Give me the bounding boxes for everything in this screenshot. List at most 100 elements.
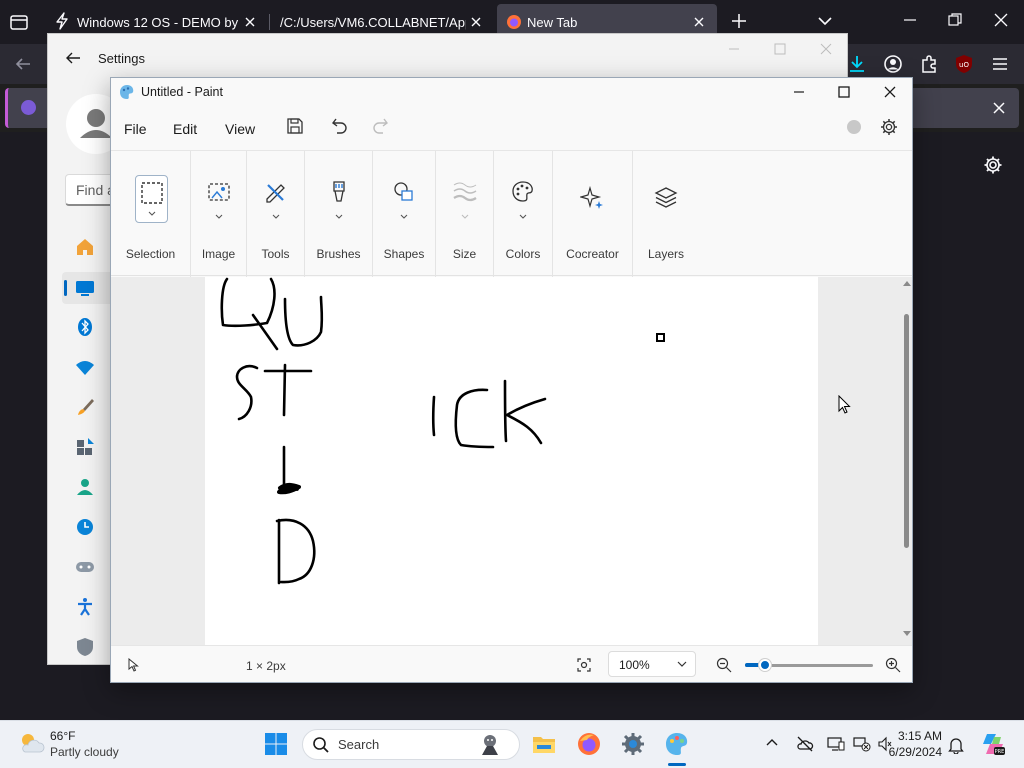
handwritten-strokes — [220, 277, 665, 585]
scroll-down-icon[interactable] — [903, 631, 911, 637]
accessibility-icon[interactable] — [74, 596, 96, 618]
minimize-icon[interactable] — [791, 84, 807, 100]
tools-group[interactable]: Tools — [247, 151, 305, 277]
scrollbar-thumb[interactable] — [904, 314, 909, 548]
file-explorer-icon[interactable] — [531, 731, 557, 757]
network-disconnected-icon[interactable] — [853, 736, 871, 752]
menu-view[interactable]: View — [225, 121, 255, 137]
new-tab-icon[interactable] — [730, 12, 748, 30]
lightning-icon — [56, 12, 68, 30]
shapes-group[interactable]: Shapes — [373, 151, 436, 277]
menu-file[interactable]: File — [124, 121, 147, 137]
profile-icon[interactable] — [847, 120, 861, 134]
settings-title: Settings — [98, 51, 145, 66]
chevron-down-icon — [519, 214, 527, 219]
wifi-icon[interactable] — [74, 356, 96, 378]
chevron-down-icon — [272, 214, 279, 219]
display-icon[interactable] — [827, 736, 845, 752]
hamburger-menu-icon[interactable] — [991, 54, 1009, 74]
zoom-in-icon[interactable] — [885, 657, 901, 673]
firefox-icon[interactable] — [576, 731, 602, 757]
restore-icon[interactable] — [947, 12, 963, 28]
pencil-eraser-icon — [265, 184, 285, 203]
stroke-c — [454, 388, 495, 449]
chevron-down-icon — [677, 661, 687, 667]
paint-app-icon[interactable] — [664, 731, 690, 757]
ribbon-label: Colors — [505, 247, 541, 261]
extensions-icon[interactable] — [920, 54, 938, 74]
cloud-offline-icon[interactable] — [796, 736, 814, 752]
close-icon[interactable] — [992, 101, 1006, 115]
brushes-group[interactable]: Brushes — [305, 151, 373, 277]
time-language-icon[interactable] — [74, 516, 96, 538]
scroll-up-icon[interactable] — [903, 280, 911, 286]
resize-handle[interactable] — [656, 333, 665, 342]
cocreator-group[interactable]: Cocreator — [553, 151, 633, 277]
gear-icon[interactable] — [983, 155, 1003, 175]
partly-cloudy-icon[interactable] — [17, 730, 45, 756]
canvas-viewport — [111, 277, 912, 645]
layers-icon — [654, 187, 678, 208]
shield-icon[interactable] — [74, 636, 96, 658]
stroke-u — [283, 295, 324, 347]
close-icon[interactable] — [819, 42, 833, 56]
clock-time[interactable]: 3:15 AM — [896, 729, 942, 743]
notification-bell-icon[interactable] — [948, 736, 964, 754]
ublock-origin-icon[interactable]: uO — [955, 54, 973, 74]
close-icon[interactable] — [882, 84, 898, 100]
stroke-s — [235, 364, 259, 421]
selection-button[interactable] — [135, 175, 168, 223]
copilot-icon[interactable]: PRE — [980, 731, 1006, 757]
close-tab-icon[interactable] — [691, 14, 707, 30]
back-arrow-icon[interactable] — [14, 56, 32, 72]
save-icon[interactable] — [286, 117, 304, 135]
clock-date[interactable]: 6/29/2024 — [880, 745, 942, 759]
bluetooth-icon[interactable] — [74, 316, 96, 338]
minimize-icon[interactable] — [902, 12, 918, 28]
search-highlight-icon[interactable] — [478, 732, 502, 756]
zoom-value: 100% — [619, 658, 650, 672]
close-icon[interactable] — [993, 12, 1009, 28]
windows-start-icon[interactable] — [264, 732, 288, 756]
close-tab-icon[interactable] — [242, 14, 258, 30]
layers-group[interactable]: Layers — [633, 151, 699, 277]
accounts-icon[interactable] — [74, 476, 96, 498]
stroke-q-tail — [251, 313, 279, 351]
chevron-up-icon[interactable] — [765, 736, 779, 750]
fit-to-window-icon[interactable] — [576, 657, 592, 673]
stroke-t-stem — [282, 363, 287, 417]
home-icon[interactable] — [74, 236, 96, 258]
redo-icon[interactable] — [371, 117, 389, 135]
image-group[interactable]: Image — [191, 151, 247, 277]
weather-temperature[interactable]: 66°F — [50, 729, 75, 743]
brush-icon[interactable] — [74, 396, 96, 418]
gear-icon[interactable] — [880, 118, 898, 136]
selection-group[interactable]: Selection — [111, 151, 191, 277]
settings-gear-icon[interactable] — [620, 731, 646, 757]
chevron-down-icon — [335, 214, 342, 219]
size-group[interactable]: Size — [436, 151, 494, 277]
close-tab-icon[interactable] — [468, 14, 484, 30]
minimize-icon[interactable] — [727, 42, 741, 56]
zoom-dropdown[interactable]: 100% — [608, 651, 696, 677]
firefox-view-icon[interactable] — [9, 13, 29, 31]
undo-icon[interactable] — [331, 117, 349, 135]
account-icon[interactable] — [883, 54, 903, 74]
drawing-canvas[interactable] — [205, 277, 818, 645]
download-icon[interactable] — [848, 54, 866, 74]
back-arrow-icon[interactable] — [65, 51, 81, 65]
weather-condition[interactable]: Partly cloudy — [50, 745, 119, 759]
stroke-size-icon — [452, 182, 477, 202]
colors-group[interactable]: Colors — [494, 151, 553, 277]
system-icon[interactable] — [74, 276, 96, 298]
gaming-icon[interactable] — [74, 556, 96, 578]
apps-icon[interactable] — [74, 436, 96, 458]
maximize-icon[interactable] — [773, 42, 787, 56]
chevron-down-icon[interactable] — [816, 13, 834, 29]
ribbon-label: Selection — [125, 247, 176, 261]
maximize-icon[interactable] — [836, 84, 852, 100]
zoom-out-icon[interactable] — [716, 657, 732, 673]
zoom-slider-thumb[interactable] — [759, 659, 772, 671]
brush-icon — [332, 181, 345, 202]
menu-edit[interactable]: Edit — [173, 121, 197, 137]
